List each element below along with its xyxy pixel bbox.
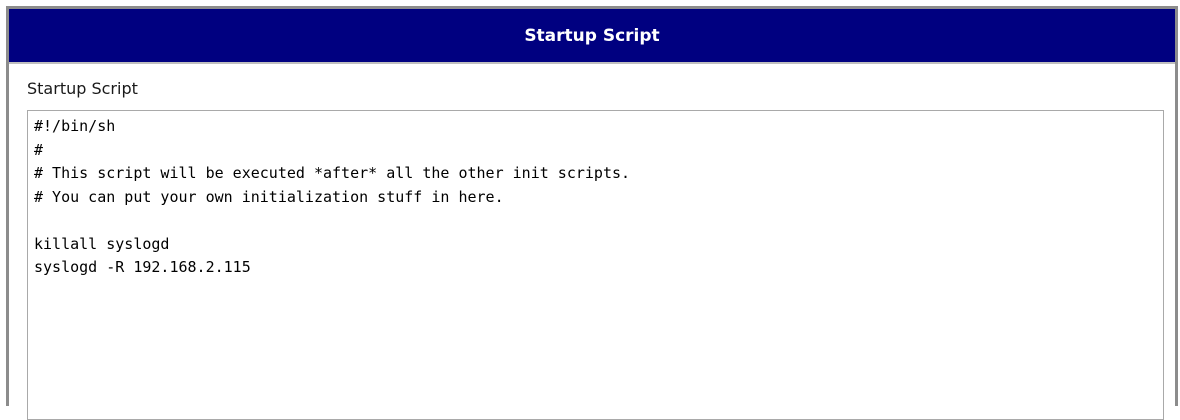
panel-header: Startup Script [9,9,1175,64]
startup-script-textarea[interactable] [27,110,1164,420]
startup-script-panel: Startup Script Startup Script [6,6,1178,420]
startup-script-label: Startup Script [27,79,138,98]
panel-title: Startup Script [524,25,660,46]
